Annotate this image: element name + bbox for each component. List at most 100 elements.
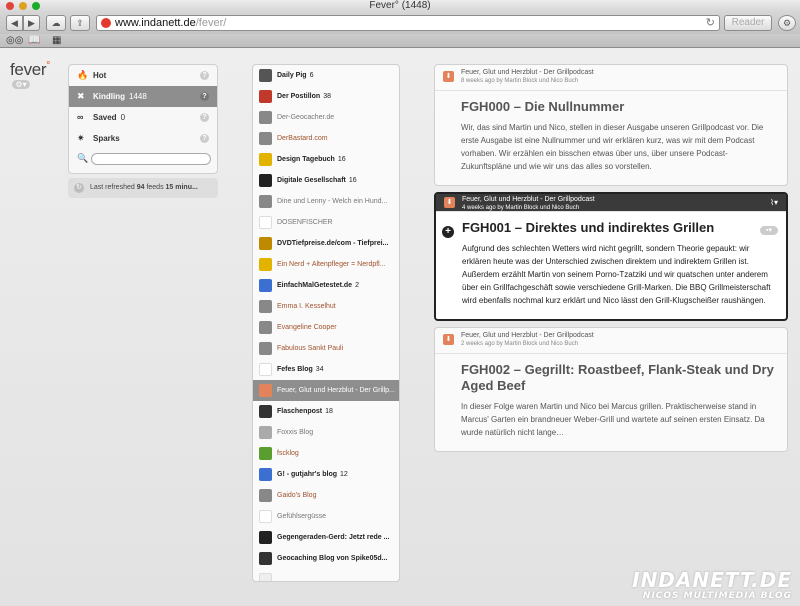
feed-item[interactable] (253, 569, 399, 581)
feed-item[interactable]: Emma I. Kesselhut (253, 296, 399, 317)
feed-name: DerBastard.com (277, 135, 328, 142)
feed-item[interactable]: Gefühlsergüsse (253, 506, 399, 527)
window-title: Fever° (1448) (369, 0, 431, 11)
save-plus-icon[interactable]: + (442, 226, 454, 238)
feed-item[interactable]: Gegengeraden-Gerd: Jetzt rede ... (253, 527, 399, 548)
feed-item[interactable]: G! - gutjahr's blog 12 (253, 464, 399, 485)
site-favicon-icon (101, 18, 111, 28)
icloud-tabs-button[interactable]: ☁ (46, 15, 66, 31)
search-icon: 🔍 (77, 153, 89, 163)
article-feed-name[interactable]: Feuer, Glut und Herzblut - Der Grillpodc… (461, 68, 787, 77)
feed-item[interactable]: Evangeline Cooper (253, 317, 399, 338)
article-item[interactable]: ⬇ Feuer, Glut und Herzblut - Der Grillpo… (434, 64, 788, 186)
back-button[interactable]: ◀ (6, 15, 23, 31)
nav-item-hot[interactable]: 🔥 Hot ? (69, 65, 217, 86)
feed-item[interactable]: Daily Pig 6 (253, 65, 399, 86)
sections-nav: 🔥 Hot ? ✖ Kindling 1448 ? ∞ Saved 0 ? ✷ Sp… (68, 64, 218, 174)
help-icon[interactable]: ? (200, 71, 209, 80)
feed-name: Geocaching Blog von Spike05d... (277, 555, 388, 562)
feed-item[interactable]: Design Tagebuch 16 (253, 149, 399, 170)
nav-item-kindling[interactable]: ✖ Kindling 1448 ? (69, 86, 217, 107)
article-item[interactable]: ⬇ Feuer, Glut und Herzblut - Der Grillpo… (434, 327, 788, 452)
url-host: www.indanett.de (115, 17, 196, 29)
minimize-window-button[interactable] (19, 2, 27, 10)
chevron-left-icon: ◀ (11, 18, 18, 28)
refresh-time: 15 minu... (165, 184, 198, 191)
feed-item[interactable]: Ein Nerd + Altenpfleger = Nerdpfl... (253, 254, 399, 275)
address-bar[interactable]: www.indanett.de/fever/ ↻ (96, 15, 720, 31)
article-header: ⬇ Feuer, Glut und Herzblut - Der Grillpo… (435, 65, 787, 91)
feed-item[interactable]: Dine und Lenny - Welch ein Hund... (253, 191, 399, 212)
feed-favicon-icon (259, 468, 272, 481)
article-header: ⬇ Feuer, Glut und Herzblut - Der Grillpo… (436, 194, 786, 212)
feed-item[interactable]: Flaschenpost 18 (253, 401, 399, 422)
url-path: /fever/ (195, 17, 227, 29)
nav-item-label: Kindling (93, 92, 125, 101)
feed-item[interactable]: fscklog (253, 443, 399, 464)
article-title[interactable]: FGH002 – Gegrillt: Roastbeef, Flank-Stea… (435, 354, 787, 394)
feed-name: DVDTiefpreise.de/com - Tiefprei... (277, 240, 389, 247)
top-sites-icon[interactable]: ▦ (52, 35, 61, 47)
feed-favicon-icon (259, 531, 272, 544)
rss-menu-icon[interactable]: ⌇▾ (770, 198, 778, 207)
app-settings-gear-icon[interactable]: ⚙▾ (12, 80, 30, 89)
nav-item-sparks[interactable]: ✷ Sparks ? (69, 128, 217, 149)
search-input[interactable] (91, 153, 211, 165)
help-icon[interactable]: ? (200, 134, 209, 143)
feed-item[interactable]: DVDTiefpreise.de/com - Tiefprei... (253, 233, 399, 254)
nav-item-saved[interactable]: ∞ Saved 0 ? (69, 107, 217, 128)
feed-item[interactable]: Foxxis Blog (253, 422, 399, 443)
feed-item[interactable]: DOSENFISCHER (253, 212, 399, 233)
article-feed-name[interactable]: Feuer, Glut und Herzblut - Der Grillpodc… (462, 195, 786, 204)
kindling-icon: ✖ (77, 91, 85, 101)
refresh-status[interactable]: ↻ Last refreshed 94 feeds 15 minu... (68, 178, 218, 198)
close-window-button[interactable] (6, 2, 14, 10)
feed-item[interactable]: Digitale Gesellschaft 16 (253, 170, 399, 191)
reader-button[interactable]: Reader (724, 15, 772, 31)
feed-item[interactable]: Der Postillon 38 (253, 86, 399, 107)
feed-item[interactable]: Geocaching Blog von Spike05d... (253, 548, 399, 569)
feed-favicon-icon (259, 216, 272, 229)
help-icon[interactable]: ? (200, 113, 209, 122)
settings-button[interactable]: ⚙ (778, 15, 796, 31)
forward-button[interactable]: ▶ (23, 15, 40, 31)
feed-name: Gegengeraden-Gerd: Jetzt rede ... (277, 534, 390, 541)
feed-item[interactable]: Fabulous Sankt Pauli (253, 338, 399, 359)
feed-favicon-icon (259, 489, 272, 502)
feed-name: Design Tagebuch (277, 156, 335, 163)
feed-name: Daily Pig (277, 72, 307, 79)
article-meta: 8 weeks ago by Martin Block und Nico Buc… (461, 78, 579, 84)
item-options-icon[interactable]: ▪▾ (760, 226, 778, 235)
feed-name: Ein Nerd + Altenpfleger = Nerdpfl... (277, 261, 386, 268)
articles-list: ⬇ Feuer, Glut und Herzblut - Der Grillpo… (434, 64, 788, 458)
feed-item[interactable]: Fefes Blog 34 (253, 359, 399, 380)
article-title[interactable]: FGH000 – Die Nullnummer (435, 91, 787, 115)
bookmarks-icon[interactable]: 📖 (28, 35, 40, 47)
reading-list-icon[interactable]: ◎◎ (6, 35, 23, 47)
feed-item[interactable]: EinfachMalGetestet.de 2 (253, 275, 399, 296)
watermark-line1: INDANETT.DE (632, 568, 792, 592)
feed-unread-count: 38 (323, 93, 331, 100)
share-icon: ⇪ (76, 18, 84, 28)
feed-item[interactable]: Der-Geocacher.de (253, 107, 399, 128)
share-button[interactable]: ⇪ (70, 15, 90, 31)
feed-favicon-icon (259, 111, 272, 124)
watermark-line2: NICOS MULTIMEDIA BLOG (642, 591, 792, 601)
article-title[interactable]: FGH001 – Direktes und indirektes Grillen (436, 212, 786, 236)
feed-name: Digitale Gesellschaft (277, 177, 346, 184)
feed-name: Der Postillon (277, 93, 321, 100)
article-item-selected[interactable]: ⬇ Feuer, Glut und Herzblut - Der Grillpo… (434, 192, 788, 321)
reload-icon[interactable]: ↻ (706, 16, 715, 30)
feed-name: Dine und Lenny - Welch ein Hund... (277, 198, 388, 205)
feed-unread-count: 12 (340, 471, 348, 478)
maximize-window-button[interactable] (32, 2, 40, 10)
feed-item[interactable]: DerBastard.com (253, 128, 399, 149)
browser-toolbar: ◀ ▶ ☁ ⇪ www.indanett.de/fever/ ↻ Reader … (0, 12, 800, 34)
window-titlebar: Fever° (1448) (0, 0, 800, 12)
logo-text: fever (10, 60, 47, 79)
feed-item[interactable]: Feuer, Glut und Herzblut - Der Grillp... (253, 380, 399, 401)
feed-item[interactable]: Gaido's Blog (253, 485, 399, 506)
article-feed-name[interactable]: Feuer, Glut und Herzblut - Der Grillpodc… (461, 331, 787, 340)
help-icon[interactable]: ? (200, 92, 209, 101)
feed-name: fscklog (277, 450, 299, 457)
